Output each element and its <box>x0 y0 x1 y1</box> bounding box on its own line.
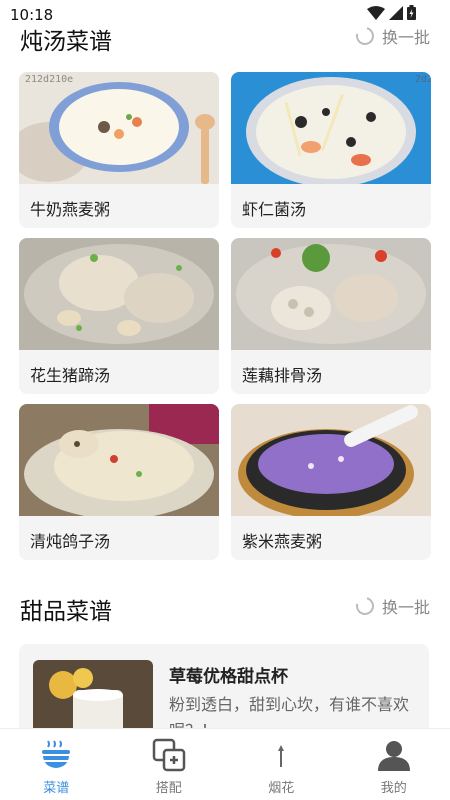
tab-fireworks[interactable]: 烟花 <box>225 729 338 800</box>
firework-icon <box>278 745 285 767</box>
refresh-icon <box>352 593 378 619</box>
squares-plus-icon <box>152 738 185 772</box>
recipe-image: 212d210e <box>19 72 219 184</box>
recipe-card-peanut-trotter-soup[interactable]: 花生猪蹄汤 <box>19 238 219 394</box>
tab-mine[interactable]: 我的 <box>338 729 450 800</box>
recipe-card-oat-milk-porridge[interactable]: 212d210e 牛奶燕麦粥 <box>19 72 219 228</box>
recipe-label: 花生猪蹄汤 <box>30 366 111 385</box>
watermark: 2d210e <box>414 74 431 85</box>
recipe-card-pigeon-soup[interactable]: 清炖鸽子汤 <box>19 404 219 560</box>
bottom-tab-bar: 菜谱 搭配 烟花 我的 <box>0 728 450 800</box>
recipe-image <box>231 404 431 516</box>
recipe-card-purple-rice-porridge[interactable]: 紫米燕麦粥 <box>231 404 431 560</box>
recipe-image <box>19 238 219 350</box>
dessert-image <box>33 660 153 734</box>
refresh-icon <box>352 23 378 49</box>
dessert-section-title: 甜品菜谱 <box>20 599 112 625</box>
dessert-section-header: 甜品菜谱 换一批 <box>0 588 450 628</box>
recipe-label: 清炖鸽子汤 <box>30 532 111 551</box>
recipe-label: 牛奶燕麦粥 <box>30 200 111 219</box>
recipe-image <box>19 404 219 516</box>
person-icon <box>377 741 410 771</box>
tab-label: 菜谱 <box>43 781 70 796</box>
recipe-image <box>231 238 431 350</box>
soup-refresh-button[interactable]: 换一批 <box>352 23 430 49</box>
recipe-label: 紫米燕麦粥 <box>242 532 323 551</box>
recipe-card-shrimp-mushroom-soup[interactable]: 2d210e 虾仁菌汤 <box>231 72 431 228</box>
recipe-label: 虾仁菌汤 <box>242 200 307 219</box>
recipe-label: 莲藕排骨汤 <box>242 366 323 385</box>
soup-refresh-label: 换一批 <box>381 28 430 47</box>
tab-label: 我的 <box>380 781 407 796</box>
dessert-title: 草莓优格甜点杯 <box>169 667 288 687</box>
tab-label: 搭配 <box>155 781 182 796</box>
soup-section-title: 炖汤菜谱 <box>20 29 112 55</box>
tab-label: 烟花 <box>268 781 295 796</box>
bowl-icon <box>42 740 71 768</box>
dessert-recipe-card[interactable]: 草莓优格甜点杯 粉到透白，甜到心坎，有谁不喜欢呢？！ <box>19 644 429 734</box>
soup-section-header: 炖汤菜谱 换一批 <box>0 18 450 58</box>
recipe-image: 2d210e <box>231 72 431 184</box>
recipe-card-lotus-rib-soup[interactable]: 莲藕排骨汤 <box>231 238 431 394</box>
tab-pairing[interactable]: 搭配 <box>113 729 226 800</box>
tab-recipes[interactable]: 菜谱 <box>0 729 113 800</box>
dessert-refresh-label: 换一批 <box>381 598 430 617</box>
watermark: 212d210e <box>25 74 74 85</box>
dessert-refresh-button[interactable]: 换一批 <box>352 593 430 619</box>
